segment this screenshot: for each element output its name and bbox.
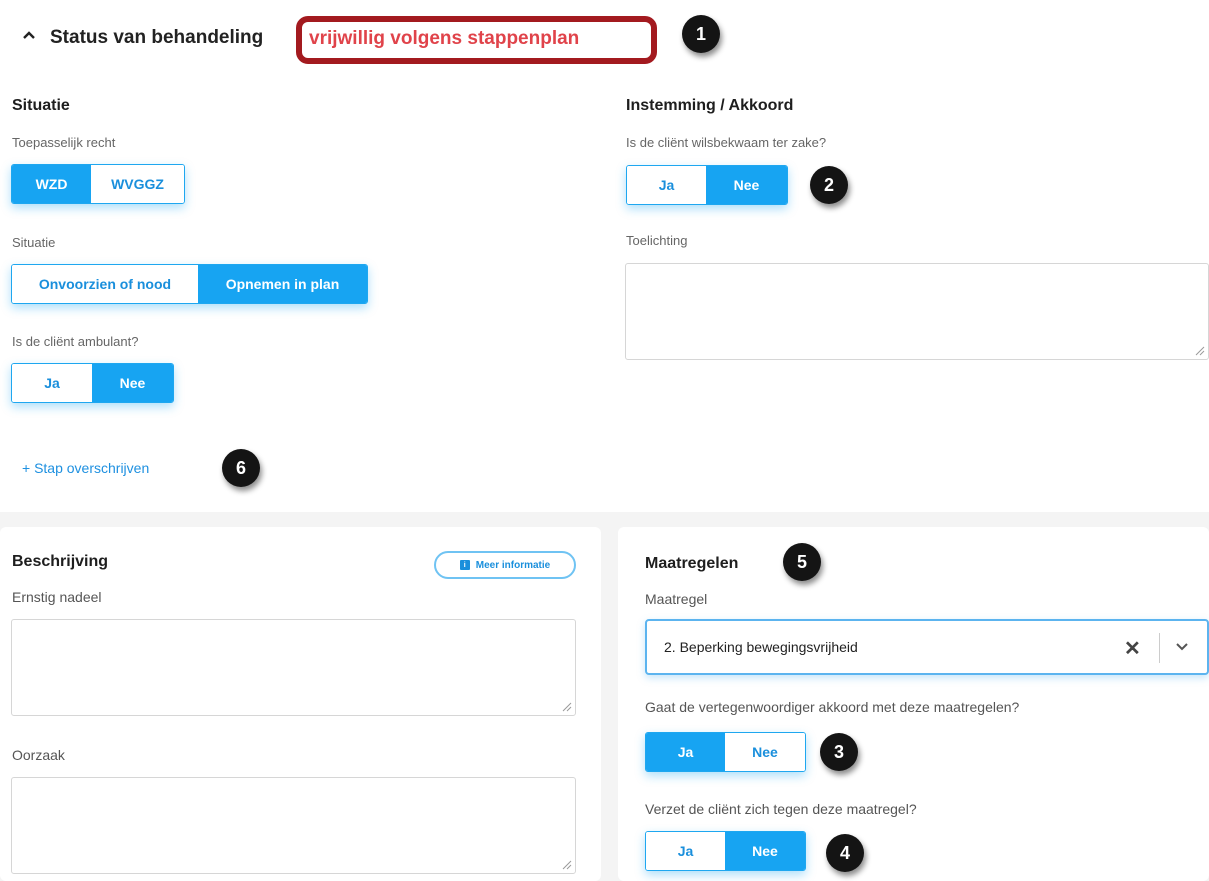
toepasselijk-recht-label: Toepasselijk recht [12,135,116,150]
meer-informatie-label: Meer informatie [475,559,551,571]
callout-badge-2: 2 [810,166,848,204]
section-header-title[interactable]: Status van behandeling [50,27,263,49]
maatregel-select[interactable]: 2. Beperking bewegingsvrijheid ✕ [645,619,1209,675]
clear-icon[interactable]: ✕ [1124,636,1141,661]
callout-badge-1: 1 [682,15,720,53]
akkoord-option-ja[interactable]: Ja [646,733,725,771]
verzet-toggle: Ja Nee [645,831,806,871]
wilsbekwaam-label: Is de cliënt wilsbekwaam ter zake? [626,135,827,150]
situatie-option-onvoorzien[interactable]: Onvoorzien of nood [12,265,198,303]
verzet-label: Verzet de cliënt zich tegen deze maatreg… [645,801,917,817]
maatregel-label: Maatregel [645,591,708,607]
ernstig-nadeel-textarea[interactable] [11,619,576,716]
ernstig-nadeel-label: Ernstig nadeel [12,589,102,605]
oorzaak-textarea[interactable] [11,777,576,874]
instemming-section-title: Instemming / Akkoord [626,97,794,114]
resize-handle-icon[interactable] [562,702,572,712]
situatie-toggle: Onvoorzien of nood Opnemen in plan [11,264,368,304]
wilsbekwaam-option-nee[interactable]: Nee [706,166,787,204]
stap-overschrijven-link[interactable]: + Stap overschrijven [22,460,149,476]
akkoord-option-nee[interactable]: Nee [725,733,805,771]
wilsbekwaam-option-ja[interactable]: Ja [627,166,707,204]
treatment-status-value: vrijwillig volgens stappenplan [309,28,580,49]
ambulant-toggle: Ja Nee [11,363,174,403]
recht-option-wvggz[interactable]: WVGGZ [91,165,184,203]
ambulant-label: Is de cliënt ambulant? [12,334,139,349]
collapse-chevron-up-icon[interactable] [22,25,38,45]
maatregelen-section-title: Maatregelen [645,555,739,572]
akkoord-label: Gaat de vertegenwoordiger akkoord met de… [645,699,1020,715]
situatie-option-opnemen[interactable]: Opnemen in plan [197,265,367,303]
callout-badge-3: 3 [820,733,858,771]
resize-handle-icon[interactable] [562,860,572,870]
callout-badge-4: 4 [826,834,864,872]
maatregel-selected-value: 2. Beperking bewegingsvrijheid [664,639,858,655]
resize-handle-icon[interactable] [1195,346,1205,356]
callout-badge-6: 6 [222,449,260,487]
info-icon: i [459,560,470,570]
meer-informatie-button[interactable]: i Meer informatie [434,551,576,579]
oorzaak-label: Oorzaak [12,747,65,763]
verzet-option-ja[interactable]: Ja [646,832,725,870]
situatie-section-title: Situatie [12,97,70,114]
callout-badge-5: 5 [783,543,821,581]
akkoord-toggle: Ja Nee [645,732,806,772]
situatie-label: Situatie [12,235,56,250]
select-separator [1159,633,1160,663]
toelichting-label: Toelichting [626,233,688,248]
beschrijving-section-title: Beschrijving [12,553,109,570]
ambulant-option-ja[interactable]: Ja [12,364,92,402]
chevron-down-icon[interactable] [1175,641,1189,653]
recht-option-wzd[interactable]: WZD [12,165,92,203]
ambulant-option-nee[interactable]: Nee [92,364,173,402]
verzet-option-nee[interactable]: Nee [725,832,805,870]
toepasselijk-recht-toggle: WZD WVGGZ [11,164,185,204]
toelichting-textarea[interactable] [625,263,1209,360]
wilsbekwaam-toggle: Ja Nee [626,165,788,205]
